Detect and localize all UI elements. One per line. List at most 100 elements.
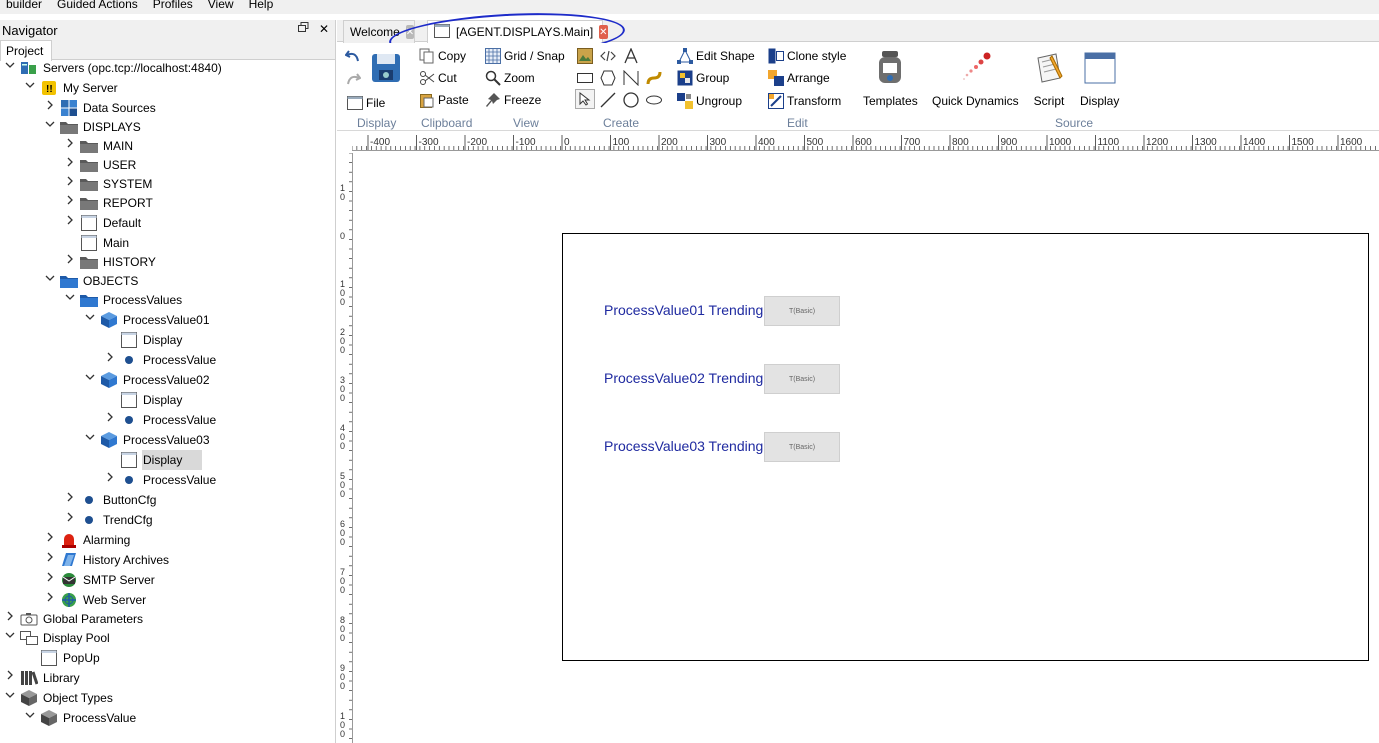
chevron-down-icon[interactable] (0, 628, 20, 648)
tree-item[interactable]: HISTORY (60, 252, 156, 272)
trend-button-1[interactable]: T(Basic) (764, 296, 840, 326)
chevron-right-icon[interactable] (100, 350, 120, 370)
chevron-right-icon[interactable] (60, 193, 80, 213)
chevron-right-icon[interactable] (100, 470, 120, 490)
chevron-right-icon[interactable] (40, 570, 60, 590)
grid-snap-button[interactable]: Grid / Snap (485, 46, 565, 66)
chevron-right-icon[interactable] (40, 98, 60, 118)
code-tool[interactable] (600, 46, 616, 66)
paste-button[interactable]: Paste (419, 90, 469, 110)
chevron-down-icon[interactable] (80, 370, 100, 390)
trend-label-3[interactable]: ProcessValue03 Trending (604, 438, 763, 454)
copy-button[interactable]: Copy (419, 46, 466, 66)
tree-item[interactable]: REPORT (60, 193, 153, 213)
tree-item[interactable]: SYSTEM (60, 174, 152, 194)
tree-item[interactable]: ProcessValue01 (80, 310, 210, 330)
tree-item[interactable]: USER (60, 155, 136, 175)
file-button[interactable]: File (347, 93, 385, 113)
tree-item[interactable]: ProcessValues (60, 290, 182, 310)
polygon-tool[interactable] (600, 68, 616, 88)
restore-icon[interactable] (297, 22, 309, 36)
undo-button[interactable] (345, 46, 361, 66)
chevron-down-icon[interactable] (20, 78, 40, 98)
tree-item[interactable]: Main (60, 233, 129, 253)
trend-label-1[interactable]: ProcessValue01 Trending (604, 302, 763, 318)
chevron-right-icon[interactable] (60, 510, 80, 530)
tree-item[interactable]: Global Parameters (0, 609, 143, 629)
redo-button[interactable] (345, 69, 361, 89)
tree-item[interactable]: PopUp (20, 648, 100, 668)
chevron-right-icon[interactable] (60, 155, 80, 175)
rectangle-tool[interactable] (577, 68, 593, 88)
chevron-right-icon[interactable] (60, 174, 80, 194)
chevron-right-icon[interactable] (0, 668, 20, 688)
tree-item[interactable]: Library (0, 668, 80, 688)
image-tool[interactable] (577, 46, 593, 66)
quick-dynamics-button[interactable]: Quick Dynamics (932, 48, 1019, 108)
circle-tool[interactable] (623, 90, 639, 110)
save-button[interactable] (371, 51, 401, 87)
chevron-right-icon[interactable] (60, 490, 80, 510)
menu-help[interactable]: Help (243, 0, 283, 14)
chevron-right-icon[interactable] (0, 609, 20, 629)
transform-button[interactable]: Transform (768, 91, 841, 111)
edit-shape-button[interactable]: Edit Shape (677, 46, 755, 66)
zoom-button[interactable]: Zoom (485, 68, 535, 88)
arrange-button[interactable]: Arrange (768, 68, 830, 88)
ellipse-tool[interactable] (646, 90, 662, 110)
tree-item[interactable]: ProcessValue03 (80, 430, 210, 450)
trend-label-2[interactable]: ProcessValue02 Trending (604, 370, 763, 386)
tree-item[interactable]: MAIN (60, 136, 133, 156)
chevron-down-icon[interactable] (0, 688, 20, 708)
chevron-right-icon[interactable] (60, 252, 80, 272)
pipe-tool[interactable] (646, 68, 662, 88)
tree-item[interactable]: DISPLAYS (40, 117, 141, 137)
cut-button[interactable]: Cut (419, 68, 457, 88)
tree-item[interactable]: ProcessValue (100, 470, 216, 490)
tree-item[interactable]: Web Server (40, 590, 146, 610)
tree-item[interactable]: OBJECTS (40, 271, 138, 291)
chevron-right-icon[interactable] (100, 410, 120, 430)
chevron-right-icon[interactable] (60, 136, 80, 156)
tree-item[interactable]: TrendCfg (60, 510, 153, 530)
display-button[interactable]: Display (1080, 48, 1119, 108)
design-canvas[interactable]: ProcessValue01 Trending T(Basic) Process… (353, 153, 1379, 743)
freeze-button[interactable]: Freeze (485, 90, 541, 110)
chevron-right-icon[interactable] (40, 530, 60, 550)
tree-item[interactable]: Object Types (0, 688, 113, 708)
tree-item[interactable]: Display (100, 330, 182, 350)
chevron-down-icon[interactable] (0, 58, 20, 78)
menu-guided-actions[interactable]: Guided Actions (51, 0, 147, 14)
trend-button-3[interactable]: T(Basic) (764, 432, 840, 462)
chevron-right-icon[interactable] (40, 550, 60, 570)
menu-profiles[interactable]: Profiles (147, 0, 202, 14)
trend-button-2[interactable]: T(Basic) (764, 364, 840, 394)
tree-item[interactable]: Servers (opc.tcp://localhost:4840) (0, 58, 222, 78)
tree-item[interactable]: ProcessValue (100, 350, 216, 370)
menu-view[interactable]: View (202, 0, 243, 14)
close-gray-icon[interactable]: ✕ (405, 25, 415, 39)
script-button[interactable]: Script (1031, 48, 1067, 108)
tree-item[interactable]: !! My Server (20, 78, 118, 98)
group-button[interactable]: Group (677, 68, 729, 88)
chevron-down-icon[interactable] (80, 430, 100, 450)
tree-item[interactable]: ProcessValue (100, 410, 216, 430)
tab-welcome[interactable]: Welcome ✕ (343, 20, 415, 43)
select-tool[interactable] (575, 89, 595, 109)
close-icon[interactable]: ✕ (319, 22, 329, 36)
clone-style-button[interactable]: Clone style (768, 46, 846, 66)
chevron-down-icon[interactable] (40, 117, 60, 137)
chevron-down-icon[interactable] (40, 271, 60, 291)
tree-item[interactable]: ProcessValue02 (80, 370, 210, 390)
tree-item[interactable]: ButtonCfg (60, 490, 156, 510)
templates-button[interactable]: Templates (863, 48, 918, 108)
tree-item[interactable]: Default (60, 213, 141, 233)
chevron-down-icon[interactable] (20, 708, 40, 728)
text-tool[interactable] (623, 46, 639, 66)
chevron-down-icon[interactable] (60, 290, 80, 310)
tree-item[interactable]: Display Pool (0, 628, 110, 648)
ungroup-button[interactable]: Ungroup (677, 91, 742, 111)
tree-item[interactable]: Data Sources (40, 98, 156, 118)
chevron-right-icon[interactable] (40, 590, 60, 610)
polyline-tool[interactable] (623, 68, 639, 88)
